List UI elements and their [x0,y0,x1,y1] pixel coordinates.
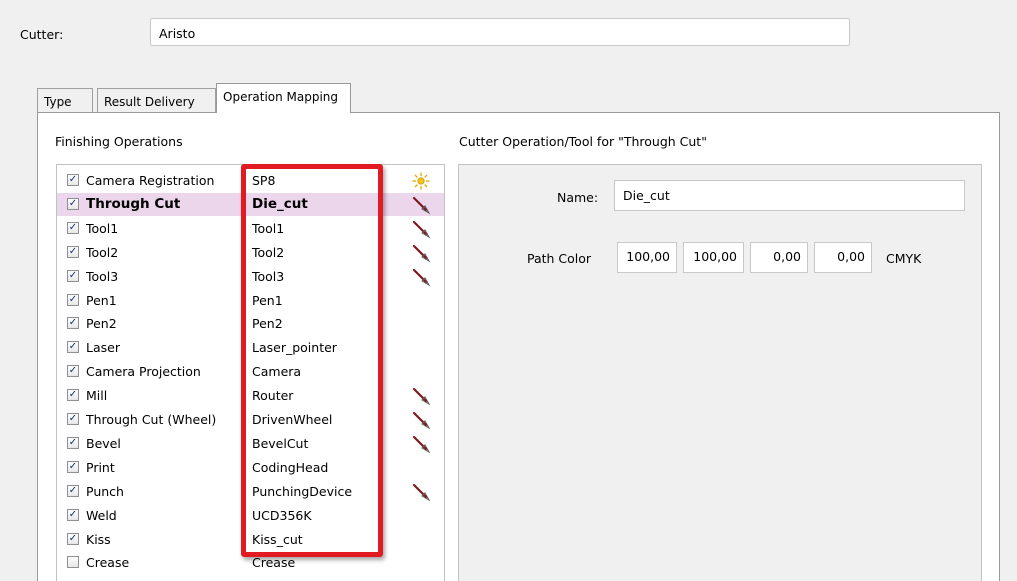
operation-name: Tool1 [86,220,119,236]
sun-icon [411,171,431,191]
black-field[interactable]: 0,00 [814,242,872,273]
knife-tool-icon [411,243,431,263]
yellow-field[interactable]: 0,00 [750,242,808,273]
operation-checkbox[interactable]: ✓ [67,174,79,186]
operation-checkbox[interactable]: ✓ [67,269,79,282]
operation-checkbox[interactable]: ✓ [67,484,79,497]
operation-name: Bevel [86,435,121,451]
operation-checkbox[interactable]: ✓ [67,317,79,330]
path-color-label: Path Color [527,251,592,266]
operation-checkbox[interactable]: ✓ [67,532,79,545]
knife-tool-icon [411,267,431,287]
magenta-field[interactable]: 100,00 [683,242,744,273]
cutter-operation-group [458,164,982,581]
knife-tool-icon [411,195,431,215]
operation-name: Kiss [86,531,111,547]
operation-name: Through Cut [86,195,181,212]
finishing-operations-title: Finishing Operations [55,134,183,149]
operation-name: Punch [86,483,124,499]
operation-checkbox[interactable]: ✓ [67,436,79,449]
cutter-label: Cutter: [20,27,64,42]
operation-checkbox[interactable]: ✓ [67,197,79,210]
knife-tool-icon [411,482,431,502]
operation-name: Print [86,459,115,475]
operation-checkbox[interactable]: ✓ [67,413,79,425]
operation-name: Camera Projection [86,364,201,380]
operation-name: Weld [86,507,117,523]
operation-name: Camera Registration [86,173,215,188]
tab-type[interactable]: Type [37,88,93,112]
knife-tool-icon [411,219,431,239]
tab-result-delivery[interactable]: Result Delivery [97,88,216,112]
operation-name: Tool3 [86,268,119,284]
operation-checkbox[interactable]: ✓ [67,341,79,354]
knife-tool-icon [411,434,431,454]
cyan-field[interactable]: 100,00 [617,242,677,273]
operation-checkbox[interactable]: ✓ [67,293,79,306]
name-label: Name: [557,190,599,205]
tab-operation-mapping[interactable]: Operation Mapping [216,83,351,113]
cutter-field[interactable]: Aristo [150,18,850,46]
operation-name: Pen1 [86,292,117,308]
operation-checkbox[interactable]: ✓ [67,221,79,234]
operation-checkbox[interactable]: ✓ [67,365,79,378]
operation-name: Pen2 [86,316,117,332]
tool-name[interactable]: Crease [252,555,295,570]
operation-checkbox[interactable]: ✓ [67,508,79,521]
cutter-operation-title: Cutter Operation/Tool for "Through Cut" [459,134,707,149]
operation-name: Crease [86,555,130,571]
operation-name: Through Cut (Wheel) [86,412,217,427]
operation-checkbox[interactable]: ✓ [67,245,79,258]
operation-checkbox[interactable]: ✓ [67,389,79,402]
operation-name: Mill [86,388,108,404]
operation-name: Laser [86,340,120,356]
name-field[interactable]: Die_cut [614,180,965,211]
operation-name: Tool2 [86,244,119,260]
cmyk-label: CMYK [886,251,922,266]
operation-checkbox[interactable]: ✓ [67,460,79,473]
operation-checkbox[interactable] [67,556,79,569]
highlight-box [241,164,383,557]
knife-tool-icon [411,410,431,430]
knife-tool-icon [411,386,431,406]
